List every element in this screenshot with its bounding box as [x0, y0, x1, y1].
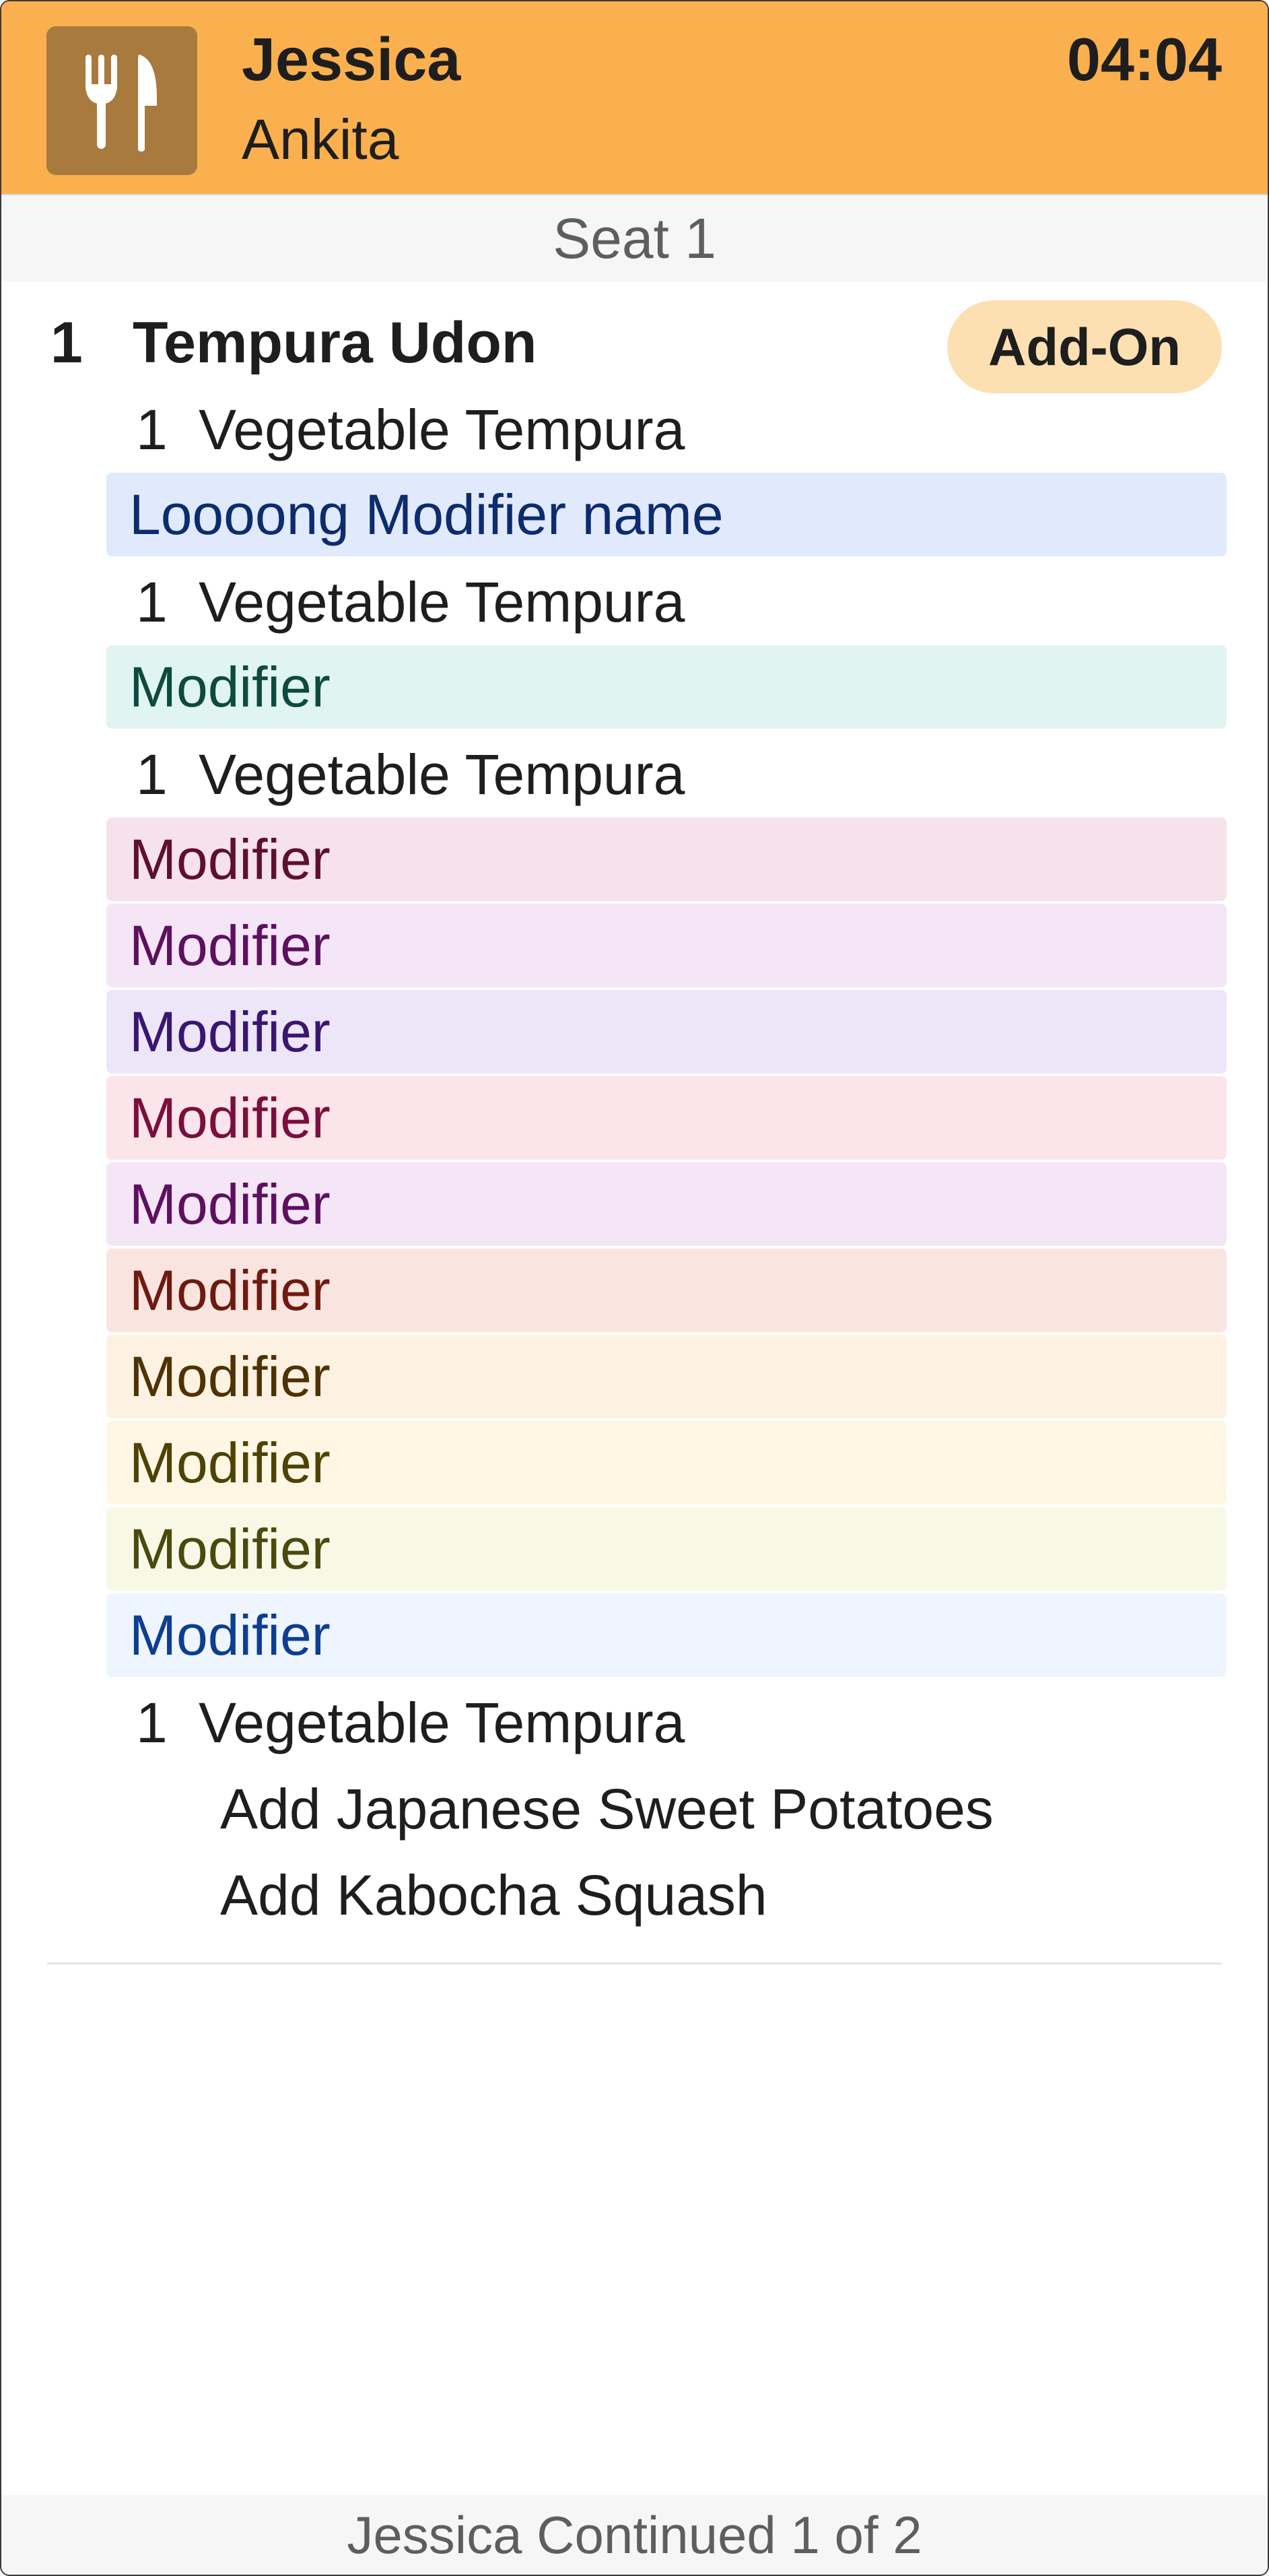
ticket-header: Jessica Ankita 04:04	[1, 1, 1268, 195]
modifier-chip: Modifier	[106, 1593, 1227, 1677]
sub-item-name: Vegetable Tempura	[199, 398, 685, 461]
sub-item-row[interactable]: 1 Vegetable Tempura	[1, 387, 1268, 473]
continuation-footer: Jessica Continued 1 of 2	[1, 2495, 1268, 2575]
sub-item-quantity: 1	[136, 398, 168, 461]
server-name: Jessica	[242, 26, 461, 94]
order-timer: 04:04	[1066, 26, 1222, 94]
item-quantity: 1	[50, 310, 83, 375]
sub-item-quantity: 1	[136, 743, 168, 806]
sub-item-row[interactable]: 1 Vegetable Tempura	[1, 559, 1268, 645]
modifier-chip: Modifier	[106, 818, 1227, 901]
add-on-button[interactable]: Add-On	[947, 300, 1222, 393]
sub-item-name: Vegetable Tempura	[199, 570, 685, 634]
fork-knife-icon	[46, 26, 197, 175]
sub-item-row[interactable]: 1 Vegetable Tempura	[1, 731, 1268, 818]
modifier-note-text: Add Japanese Sweet Potatoes	[220, 1777, 994, 1841]
modifier-chip: Modifier	[106, 1076, 1227, 1160]
modifier-chip: Modifier	[106, 1162, 1227, 1246]
seat-label: Seat 1	[1, 195, 1268, 282]
modifier-note: Add Kabocha Squash	[1, 1852, 1268, 1938]
sub-item-row[interactable]: 1 Vegetable Tempura	[1, 1680, 1268, 1766]
modifier-chip: Modifier	[106, 1421, 1227, 1505]
sub-item-name: Vegetable Tempura	[199, 1691, 685, 1754]
modifier-note: Add Japanese Sweet Potatoes	[1, 1766, 1268, 1852]
sub-item-quantity: 1	[136, 570, 168, 634]
modifier-chip: Loooong Modifier name	[106, 473, 1227, 556]
modifier-chip: Modifier	[106, 1335, 1227, 1418]
order-item[interactable]: 1 Tempura Udon Add-On	[1, 300, 1268, 393]
modifier-note-text: Add Kabocha Squash	[220, 1863, 767, 1927]
item-name: Tempura Udon	[133, 310, 537, 375]
modifier-chip: Modifier	[106, 990, 1227, 1074]
sub-item-quantity: 1	[136, 1691, 168, 1754]
modifier-chip: Modifier	[106, 904, 1227, 987]
guest-name: Ankita	[242, 108, 399, 171]
sub-item-list: 1 Vegetable Tempura Loooong Modifier name 1…	[1, 387, 1268, 1938]
item-divider	[47, 1962, 1222, 1964]
order-items: 1 Tempura Udon Add-On 1 Vegetable Tempura…	[1, 282, 1268, 1964]
modifier-chip: Modifier	[106, 645, 1227, 729]
modifier-chip: Modifier	[106, 1249, 1227, 1332]
modifier-chip: Modifier	[106, 1507, 1227, 1591]
sub-item-name: Vegetable Tempura	[199, 743, 685, 806]
order-ticket[interactable]: Jessica Ankita 04:04 Seat 1 1 Tempura Ud…	[0, 0, 1269, 2576]
